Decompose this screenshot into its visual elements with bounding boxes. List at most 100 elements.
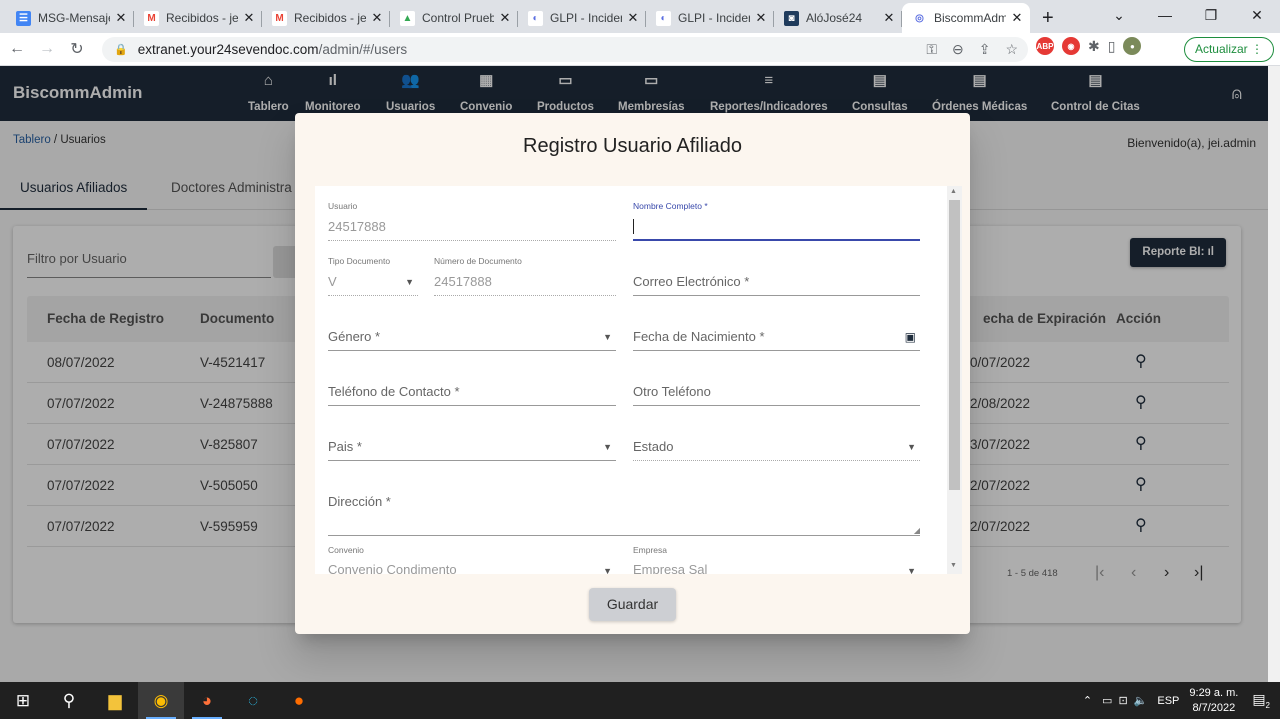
postman-icon[interactable]: ● xyxy=(276,682,322,719)
browser-tab[interactable]: ◙ AlóJosé24 ✕ xyxy=(774,3,902,33)
fecha-nac-placeholder: Fecha de Nacimiento * xyxy=(633,329,765,344)
tipo-documento-select: Tipo Documento V ▼ xyxy=(328,256,418,302)
empresa-label: Empresa xyxy=(633,545,668,555)
adblock-icon[interactable]: ABP xyxy=(1036,37,1054,55)
browser-tab[interactable]: ▲ Control Pruebas ✕ xyxy=(390,3,518,33)
browser-tab[interactable]: ◐ GLPI - Incidencia ✕ xyxy=(518,3,646,33)
maximize-button[interactable]: ❐ xyxy=(1188,0,1234,30)
correo-field[interactable]: Correo Electrónico * xyxy=(633,256,920,302)
close-tab-icon[interactable]: ✕ xyxy=(882,10,896,26)
glpi-icon: ◐ xyxy=(528,10,543,26)
star-icon[interactable]: ☆ xyxy=(1005,41,1018,58)
num-doc-label: Número de Documento xyxy=(434,256,522,266)
nombre-label: Nombre Completo * xyxy=(633,201,708,211)
browser-toolbar: ← → ↻ 🔒 extranet.your24sevendoc.com/admi… xyxy=(0,33,1280,66)
browser-tab[interactable]: M Recibidos - jei ✕ xyxy=(134,3,262,33)
form-scroll-area: Usuario 24517888 Nombre Completo * Tipo … xyxy=(315,186,962,574)
telefono-placeholder: Teléfono de Contacto * xyxy=(328,384,460,399)
chrome-icon[interactable]: ◉ xyxy=(138,682,184,719)
new-tab-button[interactable]: + xyxy=(1042,3,1054,33)
usuario-label: Usuario xyxy=(328,201,358,211)
clock-date: 8/7/2022 xyxy=(1192,701,1236,714)
tab-search-icon[interactable]: ⌄ xyxy=(1096,0,1142,30)
close-tab-icon[interactable]: ✕ xyxy=(626,10,640,26)
tab-title: GLPI - Incidencia xyxy=(678,11,750,25)
zoom-icon[interactable]: ⊖ xyxy=(952,41,964,58)
page-scrollbar[interactable] xyxy=(1268,66,1280,682)
reload-button[interactable]: ↻ xyxy=(64,39,90,59)
telefono-field[interactable]: Teléfono de Contacto * xyxy=(328,366,616,412)
clock[interactable]: 9:29 a. m. 8/7/2022 xyxy=(1189,686,1238,716)
tray-chevron-icon[interactable]: ⌃ xyxy=(1083,694,1092,707)
convenio-select: Convenio Convenio Condimento ▼ xyxy=(328,545,616,574)
search-icon[interactable]: ⚲ xyxy=(46,682,92,719)
close-tab-icon[interactable]: ✕ xyxy=(370,10,384,26)
close-tab-icon[interactable]: ✕ xyxy=(754,10,768,26)
close-tab-icon[interactable]: ✕ xyxy=(1010,10,1024,26)
browser-tab[interactable]: ☰ MSG-Mensajes ✕ xyxy=(6,3,134,33)
puzzle-icon[interactable]: ✱ xyxy=(1088,38,1100,55)
battery-icon[interactable]: ▭ xyxy=(1102,694,1112,707)
pais-select[interactable]: Pais * ▼ xyxy=(328,421,616,467)
genero-placeholder: Género * xyxy=(328,329,381,344)
back-button[interactable]: ← xyxy=(4,40,30,58)
calendar-icon[interactable]: ▣ xyxy=(905,330,916,344)
tab-list: ☰ MSG-Mensajes ✕ M Recibidos - jei ✕ M Recibido… xyxy=(6,3,1030,33)
fecha-nacimiento-field[interactable]: Fecha de Nacimiento * ▣ xyxy=(633,311,920,357)
resize-handle-icon[interactable]: ◢ xyxy=(914,526,920,535)
lock-icon[interactable]: 🔒 xyxy=(114,43,128,56)
glpi-icon: ◐ xyxy=(656,10,671,26)
pais-placeholder: Pais * xyxy=(328,439,362,454)
update-label: Actualizar xyxy=(1194,42,1248,56)
address-bar[interactable]: 🔒 extranet.your24sevendoc.com/admin/#/us… xyxy=(102,37,1028,62)
close-tab-icon[interactable]: ✕ xyxy=(242,10,256,26)
firefox-icon[interactable]: ◕ xyxy=(184,682,230,719)
minimize-button[interactable]: — xyxy=(1142,0,1188,30)
close-tab-icon[interactable]: ✕ xyxy=(498,10,512,26)
browser-tab[interactable]: M Recibidos - jei ✕ xyxy=(262,3,390,33)
form-scrollbar[interactable]: ▲ ▼ xyxy=(947,186,962,574)
otro-telefono-field[interactable]: Otro Teléfono xyxy=(633,366,920,412)
tab-title: BiscommAdmin xyxy=(934,11,1006,25)
alojose-icon: ◙ xyxy=(784,10,799,26)
direccion-placeholder: Dirección * xyxy=(328,494,391,509)
forward-button[interactable]: → xyxy=(34,40,60,58)
file-explorer-icon[interactable]: ▆ xyxy=(92,682,138,719)
usuario-field: Usuario 24517888 xyxy=(328,201,616,247)
tipo-doc-label: Tipo Documento xyxy=(328,256,391,266)
windows-start-icon[interactable]: ⊞ xyxy=(0,682,46,719)
profile-avatar[interactable]: ● xyxy=(1123,37,1142,55)
windows-taskbar: ⊞ ⚲ ▆ ◉ ◕ ◌ ● ⌃ ▭ ⊡ 🔈 ESP 9:29 a. m. 8/7… xyxy=(0,682,1280,719)
direccion-textarea[interactable]: Dirección * ◢ xyxy=(328,476,920,542)
language-indicator[interactable]: ESP xyxy=(1157,695,1179,707)
close-window-button[interactable]: ✕ xyxy=(1234,0,1280,30)
estado-select[interactable]: Estado ▼ xyxy=(633,421,920,467)
network-icon[interactable]: ⊡ xyxy=(1118,694,1127,707)
nombre-completo-field[interactable]: Nombre Completo * xyxy=(633,201,920,247)
update-button[interactable]: Actualizar ⋮ xyxy=(1183,37,1274,62)
tipo-doc-value: V xyxy=(328,274,337,289)
sidepanel-icon[interactable]: ▯ xyxy=(1108,38,1116,55)
window-controls: ⌄ — ❐ ✕ xyxy=(1096,0,1280,30)
scroll-thumb[interactable] xyxy=(949,200,960,490)
clock-time: 9:29 a. m. xyxy=(1189,686,1239,699)
scroll-up-icon[interactable]: ▲ xyxy=(950,188,957,195)
edge-icon[interactable]: ◌ xyxy=(230,682,276,719)
browser-tab[interactable]: ◎ BiscommAdmin ✕ xyxy=(902,3,1030,33)
biscomm-icon: ◎ xyxy=(912,10,927,26)
volume-icon[interactable]: 🔈 xyxy=(1134,694,1148,707)
google-drive-icon: ▲ xyxy=(400,10,415,26)
close-tab-icon[interactable]: ✕ xyxy=(114,10,128,26)
browser-tab[interactable]: ◐ GLPI - Incidencia ✕ xyxy=(646,3,774,33)
otro-tel-placeholder: Otro Teléfono xyxy=(633,384,711,399)
extension-icon[interactable]: ◉ xyxy=(1062,37,1080,55)
key-icon[interactable]: ⚿ xyxy=(926,41,937,58)
notification-icon[interactable]: ▤2 xyxy=(1252,691,1270,710)
genero-select[interactable]: Género * ▼ xyxy=(328,311,616,357)
notification-count: 2 xyxy=(1265,700,1270,710)
extensions: ABP ◉ ✱ ▯ ● xyxy=(1036,37,1142,55)
scroll-down-icon[interactable]: ▼ xyxy=(950,562,957,569)
empresa-select: Empresa Empresa Sal ▼ xyxy=(633,545,920,574)
guardar-button[interactable]: Guardar xyxy=(589,588,676,621)
share-icon[interactable]: ⇪ xyxy=(979,41,991,58)
